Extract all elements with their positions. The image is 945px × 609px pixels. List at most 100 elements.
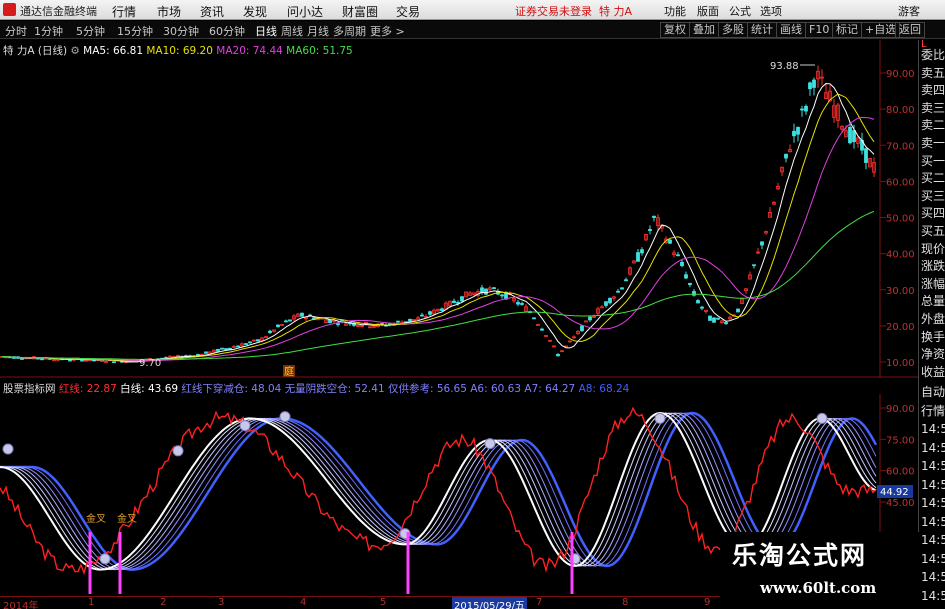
signal-ball xyxy=(239,420,251,432)
overlay-button[interactable]: 叠加 xyxy=(689,22,719,38)
candle-body xyxy=(680,261,684,267)
tab-monthly[interactable]: 月线 xyxy=(307,23,329,39)
candle-body xyxy=(68,359,72,362)
candle-body xyxy=(804,105,808,112)
candle-body xyxy=(500,294,504,297)
y-tick-label: 40.00 xyxy=(886,250,915,261)
menu-function[interactable]: 功能 xyxy=(664,3,686,19)
candle-body xyxy=(700,306,704,309)
menu-options[interactable]: 选项 xyxy=(760,3,782,19)
candle-body xyxy=(248,341,252,344)
side-quote-label: 收益 xyxy=(921,364,945,379)
side-quote-label: 卖五 xyxy=(921,65,945,80)
side-tick-time: 14:5 xyxy=(921,477,945,492)
side-quote-label: 买一 xyxy=(921,153,945,168)
adjust-button[interactable]: 复权 xyxy=(660,22,690,38)
date-label: 9 xyxy=(704,597,711,608)
candle-body xyxy=(812,79,816,88)
tab-5min[interactable]: 5分钟 xyxy=(76,23,105,39)
tab-weekly[interactable]: 周线 xyxy=(281,23,303,39)
menu-trade[interactable]: 交易 xyxy=(396,3,420,20)
side-tick-time: 14:5 xyxy=(921,440,945,455)
candle-body xyxy=(636,252,640,262)
watermark-url: www.60lt.com xyxy=(760,579,877,597)
low-price-label: 9.70 xyxy=(139,358,161,369)
stats-button[interactable]: 统计 xyxy=(747,22,777,38)
y-tick-label: 90.00 xyxy=(886,404,915,415)
cursor-date: 2015/05/29/五 xyxy=(452,597,528,609)
side-quote-label: 卖二 xyxy=(921,118,945,133)
tab-multi-period[interactable]: 多周期 xyxy=(333,23,366,39)
side-quote-label: 涨幅 xyxy=(921,276,945,291)
side-tick-time: 14:5 xyxy=(921,422,945,436)
f10-button[interactable]: F10 xyxy=(805,22,834,38)
candle-body xyxy=(336,323,340,326)
side-quote-label: 净资 xyxy=(921,347,945,362)
side-quote-label: 外盘 xyxy=(921,312,945,326)
kline-chart[interactable]: 93.88 9.70 庭 90.00 80.00 70.00 60.00 50.00 40.0… xyxy=(0,40,918,378)
side-tick-time: 14:5 xyxy=(921,570,945,584)
signal-ball xyxy=(654,412,666,424)
high-price-label: 93.88 xyxy=(770,61,799,72)
signal-ball xyxy=(99,553,111,565)
guest-user[interactable]: 游客 xyxy=(898,3,920,19)
y-tick-label: 20.00 xyxy=(886,322,915,333)
menu-layout[interactable]: 版面 xyxy=(697,3,719,19)
candle-body xyxy=(520,303,524,305)
candle-body xyxy=(484,288,488,295)
date-label: 5 xyxy=(380,597,387,608)
stock-name: 特 力A xyxy=(599,5,633,18)
candle-body xyxy=(588,316,592,321)
mark-button[interactable]: 标记 xyxy=(832,22,862,38)
candle-body xyxy=(452,300,456,304)
candle-body xyxy=(284,320,288,323)
candle-body xyxy=(256,339,260,342)
side-quote-label: 卖三 xyxy=(921,100,945,115)
draw-line-button[interactable]: 画线 xyxy=(776,22,806,38)
side-tick-time: 14:5 xyxy=(921,496,945,510)
menu-ask[interactable]: 问小达 xyxy=(287,3,323,20)
date-label: 2014年 xyxy=(3,601,39,609)
side-quote-label: 买四 xyxy=(921,206,945,221)
candle-body xyxy=(420,314,424,317)
login-status[interactable]: 证券交易未登录 特 力A xyxy=(515,3,632,19)
candle-body xyxy=(52,359,56,362)
candle-body xyxy=(648,229,652,231)
candle-body xyxy=(852,130,856,143)
menu-market-quotes[interactable]: 行情 xyxy=(112,3,136,20)
back-button[interactable]: 返回 xyxy=(895,22,925,38)
candle-body xyxy=(20,358,24,360)
candle-body xyxy=(792,130,796,137)
signal-ball xyxy=(816,412,828,424)
menu-formula[interactable]: 公式 xyxy=(729,3,751,19)
golden-cross-label: 金叉 xyxy=(86,512,106,525)
tab-daily[interactable]: 日线 xyxy=(255,23,277,39)
period-toolbar: 分时 1分钟 5分钟 15分钟 30分钟 60分钟 日线 周线 月线 多周期 更… xyxy=(0,21,945,39)
candle-body xyxy=(688,282,692,286)
menu-market[interactable]: 市场 xyxy=(157,3,181,20)
candle-body xyxy=(112,361,116,364)
candle-body xyxy=(808,82,812,90)
y-tick-label: 50.00 xyxy=(886,214,915,225)
tab-intraday[interactable]: 分时 xyxy=(5,23,27,39)
tab-more[interactable]: 更多 > xyxy=(370,23,405,39)
event-marker[interactable]: 庭 xyxy=(284,365,294,378)
tab-15min[interactable]: 15分钟 xyxy=(117,23,153,39)
tab-1min[interactable]: 1分钟 xyxy=(34,23,63,39)
candle-body xyxy=(848,126,852,144)
candle-body xyxy=(236,345,240,348)
tab-30min[interactable]: 30分钟 xyxy=(163,23,199,39)
menu-bar: 通达信金融终端 行情 市场 资讯 发现 问小达 财富圈 交易 证券交易未登录 特… xyxy=(0,0,945,20)
candle-body xyxy=(492,287,496,290)
candle-body xyxy=(408,318,412,322)
candle-body xyxy=(532,317,536,320)
watermark: 乐淘公式网 www.60lt.com xyxy=(720,532,922,609)
menu-news[interactable]: 资讯 xyxy=(200,3,224,20)
menu-wealth-circle[interactable]: 财富圈 xyxy=(342,3,378,20)
menu-discover[interactable]: 发现 xyxy=(243,3,267,20)
y-tick-label: 45.00 xyxy=(886,498,915,509)
tab-60min[interactable]: 60分钟 xyxy=(209,23,245,39)
date-label: 3 xyxy=(218,597,225,608)
app-title: 通达信金融终端 xyxy=(20,5,97,18)
multi-stock-button[interactable]: 多股 xyxy=(718,22,748,38)
